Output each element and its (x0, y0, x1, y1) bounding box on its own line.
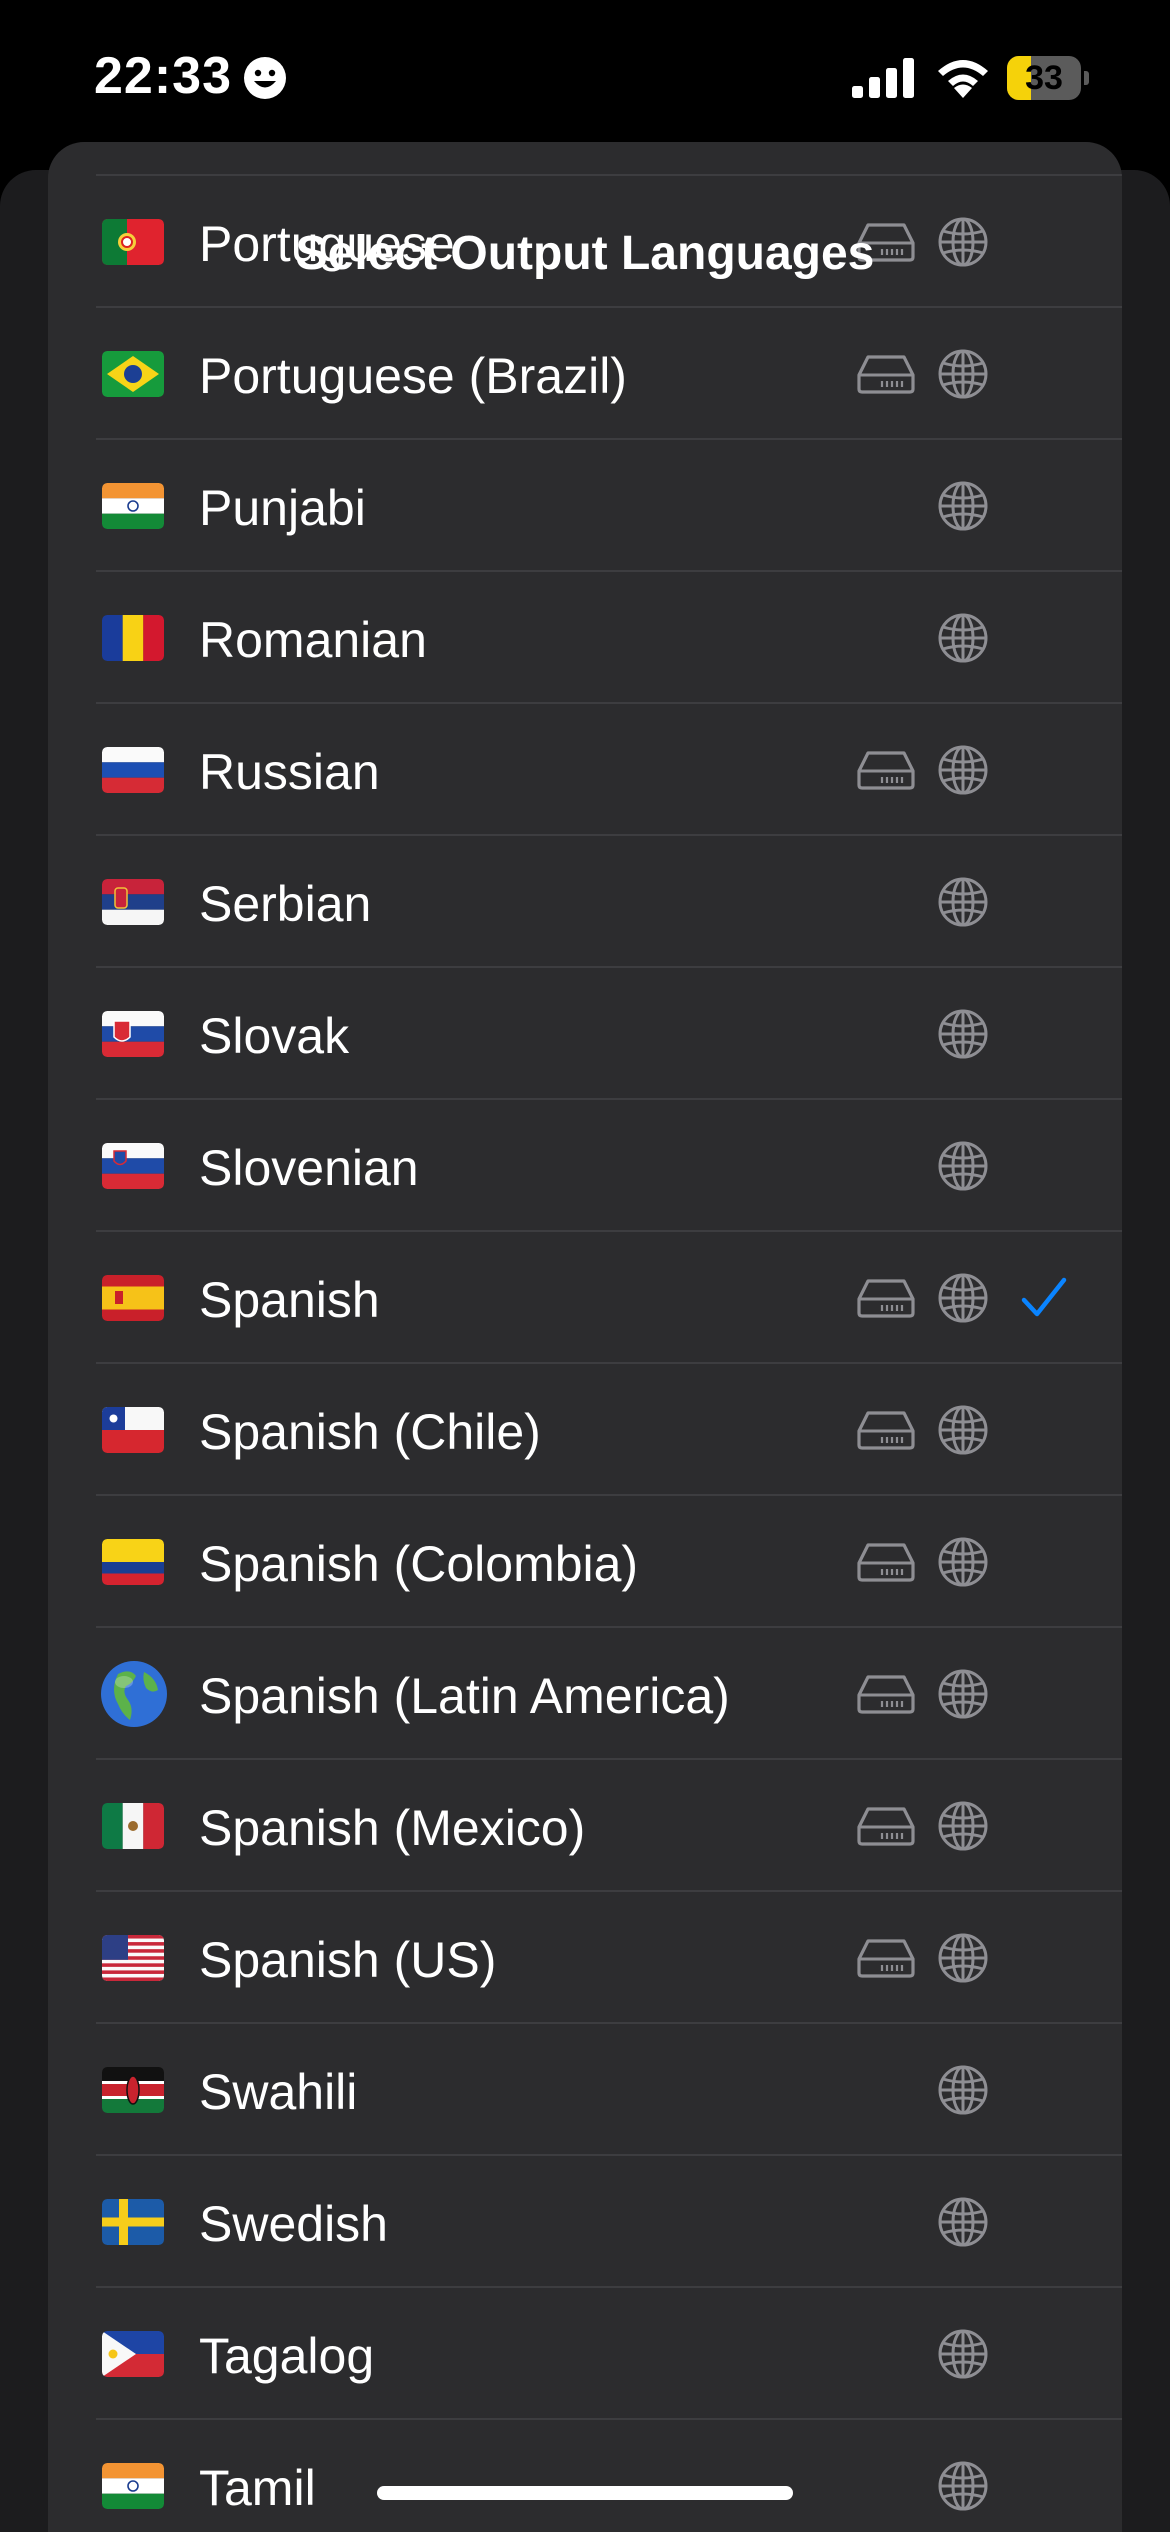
battery-body: 33 (1007, 56, 1081, 100)
spain-flag-icon (102, 1275, 164, 1321)
language-row-slovenian[interactable]: Slovenian (48, 1100, 1122, 1232)
language-row-punjabi[interactable]: Punjabi (48, 440, 1122, 572)
globe-icon (937, 2328, 989, 2380)
language-name: Swedish (199, 2196, 388, 2252)
battery-level: 33 (1025, 59, 1063, 97)
language-list[interactable]: PolishPortuguesePortuguese (Brazil)Punja… (48, 142, 1122, 2532)
language-row-swedish[interactable]: Swedish (48, 2156, 1122, 2288)
language-row-spanish-us[interactable]: Spanish (US) (48, 1892, 1122, 2024)
cellular-signal-icon (852, 58, 914, 98)
globe-icon (937, 1008, 989, 1060)
drive-icon (856, 1541, 916, 1583)
language-name: Slovak (199, 1008, 350, 1064)
brazil-flag-icon (102, 351, 164, 397)
language-name: Tamil (199, 2460, 316, 2516)
status-time: 22:33 (94, 47, 232, 105)
language-row-tamil[interactable]: Tamil (48, 2420, 1122, 2532)
sweden-flag-icon (102, 2199, 164, 2245)
language-name: Romanian (199, 612, 427, 668)
india-flag-icon (102, 2463, 164, 2509)
globe-icon (937, 1140, 989, 1192)
language-name: Swahili (199, 2064, 358, 2120)
language-row-russian[interactable]: Russian (48, 704, 1122, 836)
home-indicator[interactable] (377, 2486, 793, 2500)
language-name: Spanish (US) (199, 1932, 497, 1988)
language-row-tagalog[interactable]: Tagalog (48, 2288, 1122, 2420)
globe-icon (937, 348, 989, 400)
smiley-face-icon (244, 57, 286, 99)
drive-icon (856, 749, 916, 791)
serbia-flag-icon (102, 879, 164, 925)
wifi-icon (938, 60, 988, 98)
chile-flag-icon (102, 1407, 164, 1453)
globe-icon (937, 1932, 989, 1984)
language-name: Spanish (Latin America) (199, 1668, 730, 1724)
globe-icon (937, 1668, 989, 1720)
slovakia-flag-icon (102, 1011, 164, 1057)
usa-flag-icon (102, 1935, 164, 1981)
language-row-swahili[interactable]: Swahili (48, 2024, 1122, 2156)
language-name: Spanish (Chile) (199, 1404, 541, 1460)
battery-nub (1084, 71, 1089, 85)
romania-flag-icon (102, 615, 164, 661)
language-name: Tagalog (199, 2328, 375, 2384)
language-row-serbian[interactable]: Serbian (48, 836, 1122, 968)
colombia-flag-icon (102, 1539, 164, 1585)
language-name: Spanish (Colombia) (199, 1536, 639, 1592)
language-name: Serbian (199, 876, 372, 932)
language-sheet: Select Output Languages PolishPortuguese… (48, 142, 1122, 2532)
globe-icon (937, 2460, 989, 2512)
slovenia-flag-icon (102, 1143, 164, 1189)
drive-icon (856, 1673, 916, 1715)
globe-icon (937, 1272, 989, 1324)
globe-icon (937, 876, 989, 928)
drive-icon (856, 353, 916, 395)
language-name: Punjabi (199, 480, 366, 536)
language-row-spanish[interactable]: Spanish (48, 1232, 1122, 1364)
screen: 22:33 33 Select Output Languages Portugu… (0, 0, 1170, 2532)
mexico-flag-icon (102, 1803, 164, 1849)
kenya-flag-icon (102, 2067, 164, 2113)
globe-icon (937, 612, 989, 664)
status-bar: 22:33 33 (0, 0, 1170, 160)
checkmark-icon (1020, 1276, 1068, 1320)
drive-icon (856, 1805, 916, 1847)
language-row-romanian[interactable]: Romanian (48, 572, 1122, 704)
language-name: Slovenian (199, 1140, 419, 1196)
india-flag-icon (102, 483, 164, 529)
drive-icon (856, 1277, 916, 1319)
language-name: Russian (199, 744, 380, 800)
language-name: Spanish (199, 1272, 380, 1328)
sheet-title: Select Output Languages (295, 227, 875, 280)
globe-icon (937, 2064, 989, 2116)
battery-charging-icon: 33 (1007, 56, 1089, 100)
globe-icon (937, 1404, 989, 1456)
russia-flag-icon (102, 747, 164, 793)
language-row-spanish-latin-america[interactable]: Spanish (Latin America) (48, 1628, 1122, 1760)
language-row-slovak[interactable]: Slovak (48, 968, 1122, 1100)
globe-americas-icon (100, 1660, 168, 1728)
drive-icon (856, 1409, 916, 1451)
globe-icon (937, 744, 989, 796)
language-row-portuguese-brazil[interactable]: Portuguese (Brazil) (48, 308, 1122, 440)
globe-icon (937, 1536, 989, 1588)
philippines-flag-icon (102, 2331, 164, 2377)
language-name: Spanish (Mexico) (199, 1800, 586, 1856)
drive-icon (856, 1937, 916, 1979)
globe-icon (937, 2196, 989, 2248)
language-row-spanish-chile[interactable]: Spanish (Chile) (48, 1364, 1122, 1496)
globe-icon (937, 1800, 989, 1852)
language-name: Portuguese (Brazil) (199, 348, 627, 404)
language-row-spanish-colombia[interactable]: Spanish (Colombia) (48, 1496, 1122, 1628)
globe-icon (937, 480, 989, 532)
language-row-spanish-mexico[interactable]: Spanish (Mexico) (48, 1760, 1122, 1892)
